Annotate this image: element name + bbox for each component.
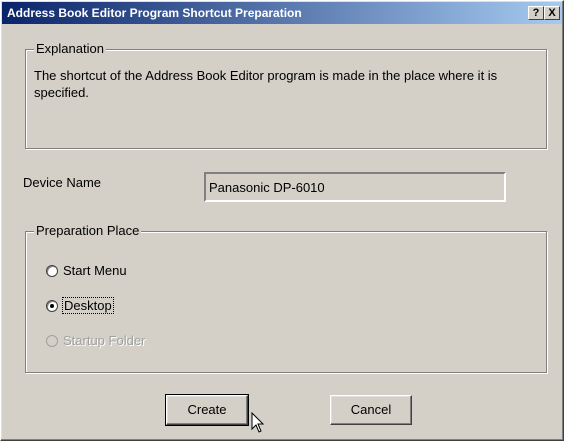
dialog-window: Address Book Editor Program Shortcut Pre…: [0, 0, 564, 441]
explanation-group: Explanation The shortcut of the Address …: [25, 41, 547, 149]
device-name-label: Device Name: [23, 175, 102, 190]
close-button[interactable]: X: [544, 6, 560, 20]
help-button[interactable]: ?: [528, 6, 544, 20]
cancel-button[interactable]: Cancel: [330, 395, 412, 425]
mouse-pointer-icon: [251, 412, 265, 433]
preparation-place-group: Preparation Place Start Menu Desktop Sta…: [25, 223, 547, 373]
explanation-legend: Explanation: [34, 41, 106, 56]
create-button[interactable]: Create: [165, 394, 249, 426]
explanation-text: The shortcut of the Address Book Editor …: [34, 68, 498, 100]
title-bar[interactable]: Address Book Editor Program Shortcut Pre…: [2, 2, 562, 24]
radio-button-disabled-icon: [46, 335, 58, 347]
device-name-field: Panasonic DP-6010: [204, 172, 506, 202]
window-title: Address Book Editor Program Shortcut Pre…: [7, 6, 302, 20]
radio-label-desktop[interactable]: Desktop: [62, 297, 114, 314]
radio-button-icon[interactable]: [46, 265, 58, 277]
help-icon: ?: [532, 7, 540, 19]
preparation-place-legend: Preparation Place: [34, 223, 142, 238]
close-icon: X: [548, 7, 556, 19]
radio-label-start-menu[interactable]: Start Menu: [63, 263, 127, 278]
radio-label-startup-folder: Startup Folder: [63, 333, 146, 348]
radio-button-checked-icon[interactable]: [46, 300, 58, 312]
